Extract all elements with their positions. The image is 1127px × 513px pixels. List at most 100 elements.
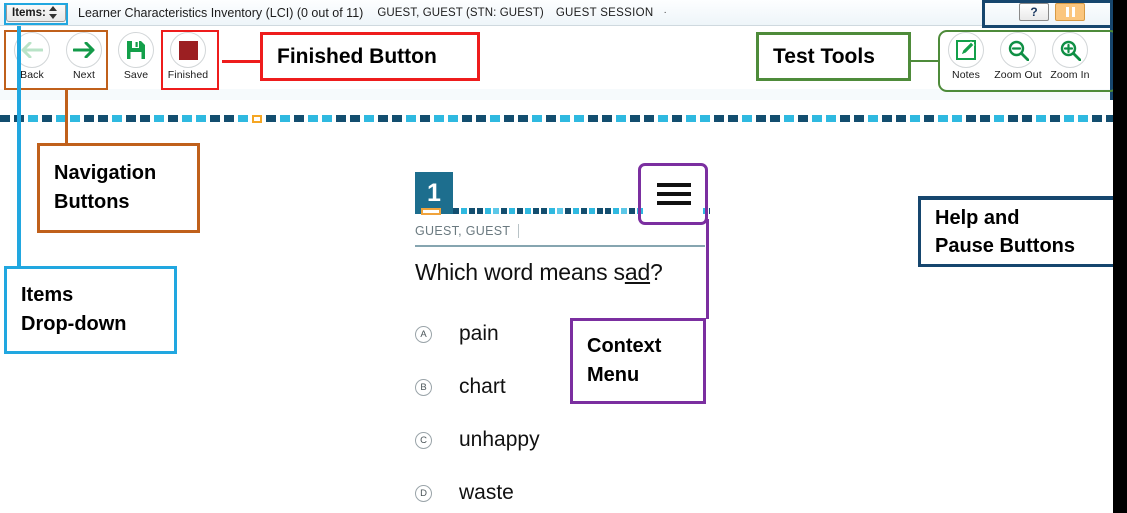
window-shadow-bar — [1113, 0, 1127, 513]
progress-dash — [0, 115, 10, 122]
progress-dash — [168, 115, 178, 122]
question-progress-dash — [565, 208, 571, 214]
progress-dash — [868, 115, 878, 122]
highlight-test-tools — [938, 30, 1119, 92]
test-title: Learner Characteristics Inventory (LCI) … — [78, 5, 364, 20]
option-letter-bubble[interactable]: D — [415, 484, 432, 502]
progress-dash — [686, 115, 696, 122]
test-progress-bar[interactable] — [0, 114, 1113, 123]
callout-context-menu: Context Menu — [570, 318, 706, 404]
leader-line-context-menu — [706, 219, 709, 319]
progress-dash — [126, 115, 136, 122]
progress-dash — [756, 115, 766, 122]
callout-line: Help and — [935, 207, 1020, 229]
progress-dash — [406, 115, 416, 122]
progress-dash — [532, 115, 542, 122]
progress-dash — [140, 115, 150, 122]
callout-line: Test Tools — [773, 44, 875, 68]
question-progress-dash — [589, 208, 595, 214]
question-user-label: GUEST, GUEST — [415, 224, 520, 238]
progress-dash — [350, 115, 360, 122]
progress-dash — [1092, 115, 1102, 122]
question-progress-dash — [541, 208, 547, 214]
progress-dash — [1036, 115, 1046, 122]
progress-dash — [1106, 115, 1113, 122]
question-progress-dash — [469, 208, 475, 214]
progress-dash — [210, 115, 220, 122]
question-progress-dash — [597, 208, 603, 214]
progress-dash — [812, 115, 822, 122]
progress-dash — [504, 115, 514, 122]
leader-line-navigation — [65, 90, 68, 144]
question-progress-dash — [605, 208, 611, 214]
progress-dash — [1064, 115, 1074, 122]
progress-dash — [980, 115, 990, 122]
progress-dash — [644, 115, 654, 122]
progress-dash — [574, 115, 584, 122]
question-progress-dash — [509, 208, 515, 214]
question-progress-dash — [453, 208, 459, 214]
progress-dash — [98, 115, 108, 122]
question-progress-dash — [549, 208, 555, 214]
progress-dash — [588, 115, 598, 122]
callout-finished-button: Finished Button — [260, 32, 480, 81]
progress-dash — [1022, 115, 1032, 122]
leader-line-finished — [222, 60, 260, 63]
question-progress-dash — [557, 208, 563, 214]
progress-dash — [630, 115, 640, 122]
progress-dash — [1050, 115, 1060, 122]
option-text: unhappy — [459, 428, 540, 451]
progress-dash — [238, 115, 248, 122]
progress-dash — [784, 115, 794, 122]
progress-dash — [658, 115, 668, 122]
question-stem-underlined: ad — [624, 258, 651, 285]
progress-dash — [994, 115, 1004, 122]
question-progress-dash — [461, 208, 467, 214]
progress-dash — [882, 115, 892, 122]
progress-dash — [1008, 115, 1018, 122]
save-button[interactable]: Save — [110, 28, 162, 81]
question-progress-dash — [573, 208, 579, 214]
highlight-context-menu — [638, 163, 708, 225]
question-progress-dash — [613, 208, 619, 214]
progress-dash — [182, 115, 192, 122]
progress-dash — [336, 115, 346, 122]
option-letter-bubble[interactable]: B — [415, 378, 432, 396]
progress-dash — [420, 115, 430, 122]
question-progress-dash — [581, 208, 587, 214]
option-letter-bubble[interactable]: C — [415, 431, 432, 449]
highlight-finished-button — [161, 30, 219, 90]
question-progress-dash — [709, 208, 710, 214]
question-progress-dash — [493, 208, 499, 214]
callout-line: Pause Buttons — [935, 235, 1076, 257]
session-info: GUEST SESSION — [555, 6, 654, 19]
question-progress-dash — [629, 208, 635, 214]
callout-line: Drop-down — [21, 313, 127, 335]
progress-dash — [770, 115, 780, 122]
answer-option-c[interactable]: C unhappy — [415, 414, 705, 467]
progress-dash — [700, 115, 710, 122]
floppy-disk-icon — [127, 41, 145, 59]
progress-dash — [672, 115, 682, 122]
callout-line: Menu — [587, 364, 640, 386]
progress-dash — [224, 115, 234, 122]
progress-dash — [938, 115, 948, 122]
option-letter-bubble[interactable]: A — [415, 325, 432, 343]
question-stem: Which word means sad? — [415, 259, 705, 286]
progress-dash — [714, 115, 724, 122]
progress-dash — [392, 115, 402, 122]
question-stem-part2: ? — [650, 258, 663, 285]
question-progress-dash — [525, 208, 531, 214]
answer-option-d[interactable]: D waste — [415, 467, 705, 513]
leader-line-test-tools — [910, 60, 940, 62]
question-progress-dash — [533, 208, 539, 214]
progress-dash — [294, 115, 304, 122]
progress-dash — [70, 115, 80, 122]
progress-dash — [280, 115, 290, 122]
callout-test-tools: Test Tools — [756, 32, 911, 81]
save-button-circle — [118, 32, 154, 68]
progress-dash — [1078, 115, 1088, 122]
student-info: GUEST, GUEST (STN: GUEST) — [377, 6, 544, 19]
progress-dash — [742, 115, 752, 122]
question-progress-dash — [485, 208, 491, 214]
